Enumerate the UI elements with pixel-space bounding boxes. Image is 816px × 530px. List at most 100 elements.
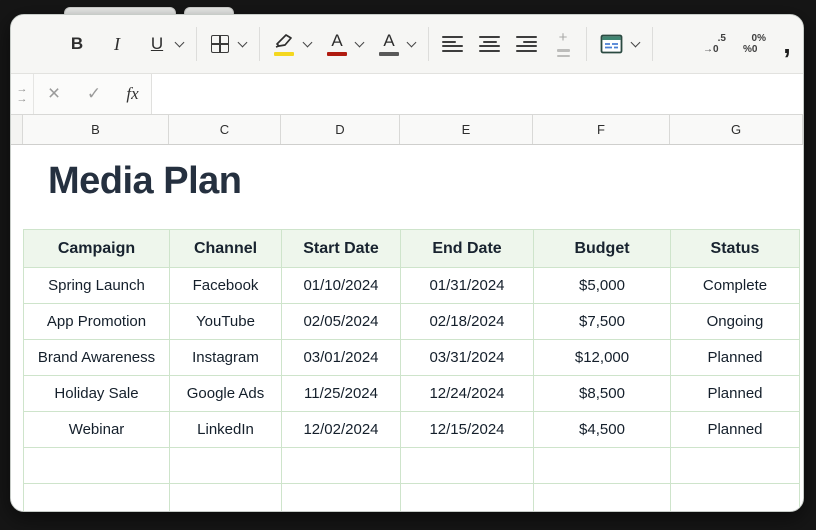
toolbar-divider bbox=[196, 27, 197, 61]
campaign-cell[interactable]: Holiday Sale bbox=[24, 376, 170, 412]
sidebar-expand-button[interactable]: → → bbox=[11, 74, 34, 114]
align-left-button[interactable] bbox=[442, 36, 463, 52]
empty-cell[interactable] bbox=[24, 484, 170, 512]
header-cell-end-date[interactable]: End Date bbox=[401, 230, 534, 268]
column-header-g[interactable]: G bbox=[670, 115, 803, 144]
column-header-e[interactable]: E bbox=[400, 115, 533, 144]
empty-cell[interactable] bbox=[534, 484, 671, 512]
channel-cell[interactable]: YouTube bbox=[170, 304, 282, 340]
channel-cell[interactable]: Google Ads bbox=[170, 376, 282, 412]
budget-cell[interactable]: $7,500 bbox=[534, 304, 671, 340]
column-header-b[interactable]: B bbox=[23, 115, 169, 144]
empty-cell[interactable] bbox=[24, 448, 170, 484]
empty-cell[interactable] bbox=[170, 484, 282, 512]
font-color-dropdown-chevron-icon[interactable] bbox=[355, 37, 365, 47]
cell-style-button[interactable] bbox=[600, 34, 623, 54]
empty-cell[interactable] bbox=[401, 484, 534, 512]
status-cell[interactable]: Ongoing bbox=[671, 304, 800, 340]
highlighter-icon bbox=[273, 32, 295, 49]
accept-button[interactable]: ✓ bbox=[74, 74, 114, 114]
end-date-cell[interactable]: 12/24/2024 bbox=[401, 376, 534, 412]
comma-icon: , bbox=[783, 34, 791, 54]
decimal-icon: .5 bbox=[718, 33, 726, 44]
highlight-color-button[interactable] bbox=[273, 32, 295, 56]
campaign-cell[interactable]: Brand Awareness bbox=[24, 340, 170, 376]
start-date-cell[interactable]: 12/02/2024 bbox=[282, 412, 401, 448]
borders-dropdown-chevron-icon[interactable] bbox=[238, 37, 248, 47]
highlight-dropdown-chevron-icon[interactable] bbox=[303, 37, 313, 47]
status-cell[interactable]: Complete bbox=[671, 268, 800, 304]
borders-button[interactable] bbox=[210, 35, 230, 53]
empty-cell[interactable] bbox=[671, 484, 800, 512]
channel-cell[interactable]: Instagram bbox=[170, 340, 282, 376]
toolbar-divider bbox=[428, 27, 429, 61]
end-date-cell[interactable]: 01/31/2024 bbox=[401, 268, 534, 304]
header-cell-status[interactable]: Status bbox=[671, 230, 800, 268]
cell-style-dropdown-chevron-icon[interactable] bbox=[631, 37, 641, 47]
campaign-cell[interactable]: App Promotion bbox=[24, 304, 170, 340]
empty-cell[interactable] bbox=[170, 448, 282, 484]
empty-cell[interactable] bbox=[534, 448, 671, 484]
empty-row bbox=[24, 484, 800, 512]
budget-cell[interactable]: $5,000 bbox=[534, 268, 671, 304]
percent-style-button[interactable]: 0% %0 bbox=[743, 33, 767, 55]
header-cell-channel[interactable]: Channel bbox=[170, 230, 282, 268]
toolbar-divider bbox=[586, 27, 587, 61]
campaign-cell[interactable]: Webinar bbox=[24, 412, 170, 448]
start-date-cell[interactable]: 01/10/2024 bbox=[282, 268, 401, 304]
channel-cell[interactable]: Facebook bbox=[170, 268, 282, 304]
highlight-color-bar bbox=[274, 52, 294, 56]
budget-cell[interactable]: $8,500 bbox=[534, 376, 671, 412]
formula-input[interactable] bbox=[152, 74, 803, 114]
status-cell[interactable]: Planned bbox=[671, 412, 800, 448]
sheet-title[interactable]: Media Plan bbox=[48, 159, 803, 203]
budget-cell[interactable]: $12,000 bbox=[534, 340, 671, 376]
comma-style-button[interactable]: , bbox=[777, 34, 797, 54]
empty-cell[interactable] bbox=[671, 448, 800, 484]
start-date-cell[interactable]: 02/05/2024 bbox=[282, 304, 401, 340]
campaign-cell[interactable]: Spring Launch bbox=[24, 268, 170, 304]
align-center-button[interactable] bbox=[479, 36, 500, 52]
column-header-c[interactable]: C bbox=[169, 115, 281, 144]
function-button[interactable]: fx bbox=[114, 74, 152, 114]
media-plan-table: Campaign Channel Start Date End Date Bud… bbox=[23, 229, 800, 511]
plus-icon: + bbox=[559, 31, 568, 45]
budget-cell[interactable]: $4,500 bbox=[534, 412, 671, 448]
header-cell-budget[interactable]: Budget bbox=[534, 230, 671, 268]
row-corner-cell[interactable] bbox=[11, 115, 23, 144]
italic-label: I bbox=[114, 34, 120, 55]
end-date-cell[interactable]: 02/18/2024 bbox=[401, 304, 534, 340]
column-header-f[interactable]: F bbox=[533, 115, 670, 144]
column-header-d[interactable]: D bbox=[281, 115, 400, 144]
borders-grid-icon bbox=[211, 35, 229, 53]
channel-cell[interactable]: LinkedIn bbox=[170, 412, 282, 448]
status-cell[interactable]: Planned bbox=[671, 376, 800, 412]
indent-button[interactable]: + bbox=[553, 31, 573, 56]
font-color-button[interactable]: A bbox=[327, 32, 347, 56]
align-left-icon bbox=[442, 36, 463, 52]
align-right-button[interactable] bbox=[516, 36, 537, 52]
column-header-strip: B C D E F G bbox=[11, 115, 803, 145]
empty-cell[interactable] bbox=[282, 484, 401, 512]
cancel-button[interactable]: × bbox=[34, 74, 74, 114]
start-date-cell[interactable]: 11/25/2024 bbox=[282, 376, 401, 412]
header-cell-campaign[interactable]: Campaign bbox=[24, 230, 170, 268]
end-date-cell[interactable]: 03/31/2024 bbox=[401, 340, 534, 376]
start-date-cell[interactable]: 03/01/2024 bbox=[282, 340, 401, 376]
text-color-dropdown-chevron-icon[interactable] bbox=[407, 37, 417, 47]
empty-cell[interactable] bbox=[401, 448, 534, 484]
indent-lines-icon bbox=[557, 49, 570, 56]
italic-button[interactable]: I bbox=[107, 34, 127, 55]
bold-label: B bbox=[71, 34, 83, 54]
bold-button[interactable]: B bbox=[67, 34, 87, 54]
end-date-cell[interactable]: 12/15/2024 bbox=[401, 412, 534, 448]
status-cell[interactable]: Planned bbox=[671, 340, 800, 376]
decrease-decimal-button[interactable]: .5 →0 bbox=[703, 33, 727, 55]
empty-cell[interactable] bbox=[282, 448, 401, 484]
text-color-label: A bbox=[383, 32, 394, 49]
underline-button[interactable]: U bbox=[147, 34, 167, 54]
underline-dropdown-chevron-icon[interactable] bbox=[175, 37, 185, 47]
header-cell-start-date[interactable]: Start Date bbox=[282, 230, 401, 268]
spreadsheet-window: B I U A A bbox=[10, 14, 804, 512]
text-color-button[interactable]: A bbox=[379, 32, 399, 56]
